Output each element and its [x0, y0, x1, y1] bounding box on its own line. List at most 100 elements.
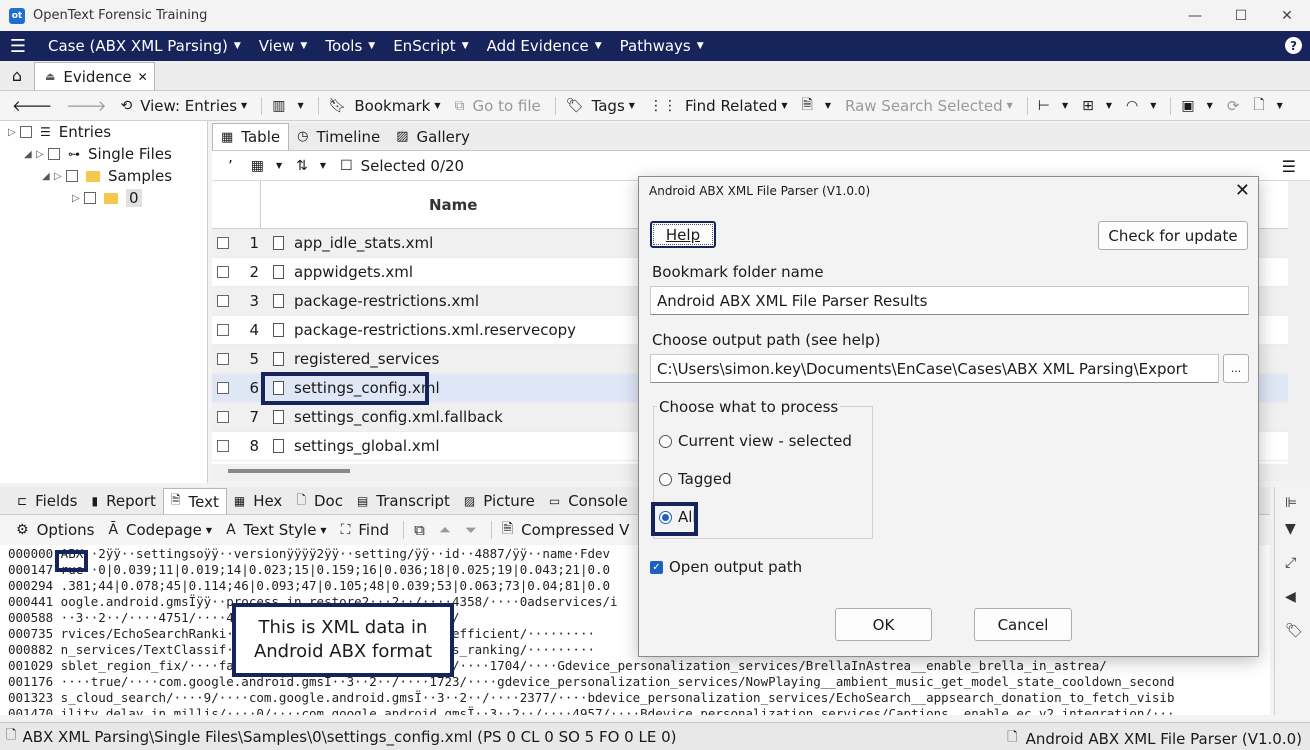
close-icon[interactable]: ✕: [1264, 0, 1310, 31]
collapse-panel-icon[interactable]: ◀: [1285, 589, 1296, 605]
row-checkbox[interactable]: [217, 237, 229, 249]
home-icon[interactable]: ⌂: [0, 61, 34, 90]
tab-doc[interactable]: 🗋 Doc: [289, 488, 350, 514]
filter-icon[interactable]: ▼: [1285, 521, 1296, 537]
raw-search-selected-button[interactable]: Raw Search Selected ▼: [845, 97, 1013, 115]
go-to-file-button[interactable]: ⧉ Go to file: [455, 97, 541, 115]
text-style-dropdown[interactable]: A Text Style ▼: [226, 521, 327, 539]
split-view-icon[interactable]: ⊫: [1285, 495, 1297, 511]
compressed-view-button[interactable]: 🗎 Compressed V: [502, 518, 630, 542]
tree-checkbox[interactable]: [48, 148, 60, 160]
scrollbar-thumb[interactable]: [228, 469, 350, 473]
find-button[interactable]: ⛶ Find: [341, 521, 390, 539]
cancel-button[interactable]: Cancel: [974, 608, 1072, 641]
tree-item-samples[interactable]: ◢ ▷ Samples: [42, 165, 172, 187]
row-checkbox[interactable]: [217, 353, 229, 365]
menu-enscript[interactable]: EnScript ▼: [393, 37, 468, 55]
table-vertical-scrollbar[interactable]: [1288, 181, 1310, 481]
dialog-close-icon[interactable]: ✕: [1235, 180, 1250, 201]
report-dropdown[interactable]: 🗋 ▼: [1253, 94, 1282, 118]
browse-button[interactable]: ...: [1223, 354, 1249, 383]
copy-icon[interactable]: ⧉: [414, 521, 425, 539]
menu-case[interactable]: Case (ABX XML Parsing) ▼: [48, 37, 241, 55]
tab-console[interactable]: ▭ Console: [542, 488, 635, 514]
conditions-icon[interactable]: ⤢: [1285, 555, 1296, 571]
menu-add-evidence[interactable]: Add Evidence ▼: [487, 37, 602, 55]
device-dropdown[interactable]: ▣ ▼: [1181, 98, 1212, 114]
bookmark-folder-input[interactable]: Android ABX XML File Parser Results: [650, 286, 1249, 315]
tags-button[interactable]: 🏷︎ Tags ▼: [566, 97, 635, 115]
refresh-icon[interactable]: ⟳: [1227, 97, 1240, 115]
collapse-icon[interactable]: ◢: [42, 171, 54, 182]
check-icon[interactable]: ✓: [650, 560, 663, 574]
tab-picture[interactable]: ▨ Picture: [457, 488, 542, 514]
open-output-path-checkbox[interactable]: ✓ Open output path: [650, 558, 802, 576]
tab-fields[interactable]: ⊏ Fields: [10, 488, 85, 514]
menu-tools[interactable]: Tools ▼: [325, 37, 375, 55]
tab-gallery[interactable]: ▨ Gallery: [388, 123, 478, 150]
arrow-up-icon[interactable]: ⏶: [439, 521, 451, 539]
expand-icon[interactable]: ▷: [36, 149, 48, 160]
options-button[interactable]: ⚙ Options: [16, 521, 94, 539]
tab-report[interactable]: ▮ Report: [85, 488, 163, 514]
view-entries-dropdown[interactable]: ⟲ View: Entries ▼: [120, 97, 247, 115]
tab-evidence[interactable]: ⏏ Evidence ✕: [34, 62, 155, 90]
tree-item-single-files[interactable]: ◢ ▷ ⊶ Single Files: [24, 143, 172, 165]
row-checkbox[interactable]: [217, 440, 229, 452]
close-tab-icon[interactable]: ✕: [138, 70, 148, 84]
menu-view[interactable]: View ▼: [259, 37, 308, 55]
check-for-update-button[interactable]: Check for update: [1098, 221, 1248, 250]
name-column-header[interactable]: Name: [429, 196, 477, 214]
tree-dropdown[interactable]: ⊢ ▼: [1038, 98, 1068, 114]
tree-checkbox[interactable]: [66, 170, 78, 182]
ok-button[interactable]: OK: [835, 608, 932, 641]
forward-arrow-icon[interactable]: 🡒: [66, 96, 106, 115]
export-dropdown[interactable]: 🗎 ▼: [802, 94, 831, 118]
radio-button[interactable]: [659, 472, 672, 486]
codepage-dropdown[interactable]: Ā Codepage ▼: [108, 521, 212, 539]
arrow-down-icon[interactable]: ⏷: [465, 521, 477, 539]
text-line: 001176 ····true/····com.google.android.g…: [8, 674, 1175, 689]
maximize-icon[interactable]: ☐: [1218, 0, 1264, 31]
tag-icon[interactable]: 🏷︎: [1285, 623, 1303, 639]
sort-dropdown[interactable]: ⇅ ▼: [296, 158, 326, 174]
tab-hex[interactable]: ▦ Hex: [227, 488, 289, 514]
column-menu-icon[interactable]: ☰: [1282, 157, 1296, 176]
gauge-dropdown[interactable]: ◠ ▼: [1126, 98, 1156, 114]
help-icon[interactable]: ?: [1285, 37, 1302, 54]
select-all-checkbox[interactable]: ☐ Selected 0/20: [340, 157, 464, 175]
row-checkbox[interactable]: [217, 295, 229, 307]
tree-checkbox[interactable]: [20, 126, 32, 138]
tree-item-entries[interactable]: ▷ ☰ Entries: [8, 121, 111, 143]
tree-checkbox[interactable]: [84, 192, 96, 204]
row-checkbox[interactable]: [217, 266, 229, 278]
layout-dropdown[interactable]: ▥ ▼: [272, 98, 303, 114]
output-path-input[interactable]: C:\Users\simon.key\Documents\EnCase\Case…: [650, 354, 1219, 383]
tree-item-0[interactable]: ▷ 0: [72, 187, 142, 209]
bookmark-button[interactable]: 🔖︎ Bookmark ▼: [329, 97, 441, 115]
row-checkbox[interactable]: [217, 382, 229, 394]
expand-icon[interactable]: ▷: [54, 171, 66, 182]
expand-icon[interactable]: ▷: [72, 193, 84, 204]
radio-button[interactable]: [659, 434, 672, 448]
tab-transcript[interactable]: ▤ Transcript: [350, 488, 457, 514]
tab-table[interactable]: ▦ Table: [212, 123, 290, 150]
hierarchy-dropdown[interactable]: ⊞ ▼: [1082, 98, 1112, 114]
hamburger-menu-icon[interactable]: ☰: [0, 36, 36, 57]
app-logo-icon: ot: [9, 7, 25, 24]
tab-text[interactable]: 🗎 Text: [162, 488, 227, 514]
help-button[interactable]: Help: [650, 221, 716, 248]
row-checkbox[interactable]: [217, 324, 229, 336]
grid-dropdown[interactable]: ▦ ▼: [251, 158, 282, 174]
quote-icon[interactable]: ’: [228, 157, 233, 175]
radio-current-view[interactable]: Current view - selected: [659, 432, 852, 450]
radio-tagged[interactable]: Tagged: [659, 470, 732, 488]
tab-timeline[interactable]: ◷ Timeline: [289, 123, 388, 150]
minimize-icon[interactable]: —: [1172, 0, 1218, 31]
expand-icon[interactable]: ▷: [8, 127, 20, 138]
menu-pathways[interactable]: Pathways ▼: [620, 37, 704, 55]
back-arrow-icon[interactable]: 🡐: [12, 96, 52, 115]
collapse-icon[interactable]: ◢: [24, 149, 36, 160]
row-checkbox[interactable]: [217, 411, 229, 423]
find-related-button[interactable]: ⋮⋮ Find Related ▼: [649, 97, 788, 115]
